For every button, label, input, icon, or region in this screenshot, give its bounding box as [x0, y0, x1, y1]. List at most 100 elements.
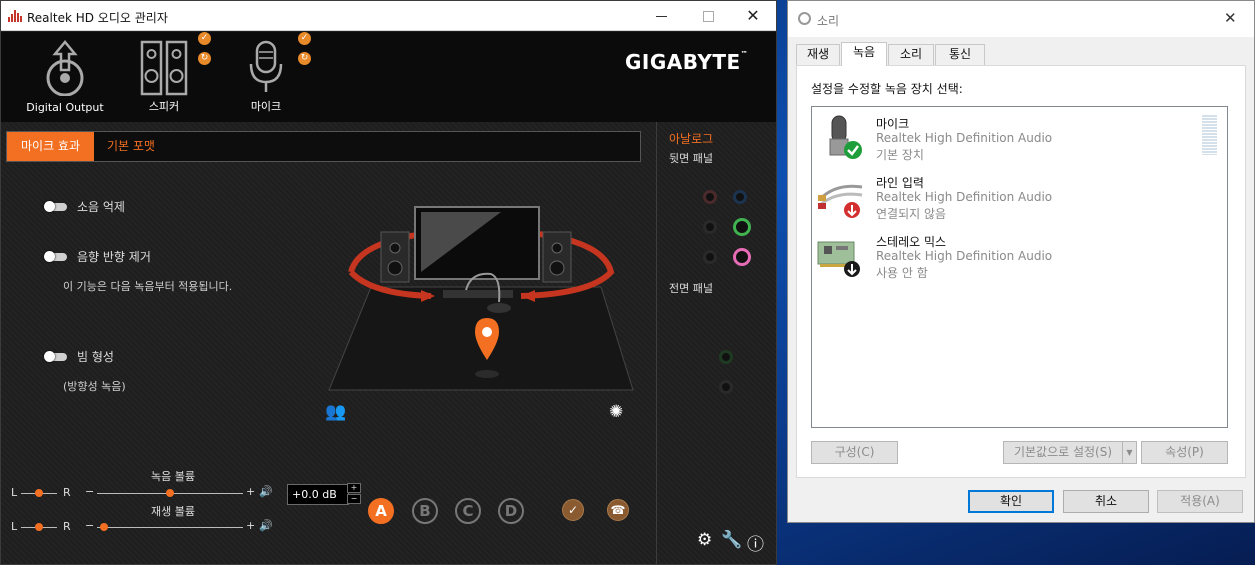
sound-dialog: 소리 ✕ 재생 녹음 소리 통신 설정을 수정할 녹음 장치 선택: 마이크 R… [787, 0, 1255, 523]
tab-recording[interactable]: 녹음 [841, 42, 887, 66]
playback-volume-minus[interactable]: − [85, 519, 94, 532]
playback-speaker-icon: 🔊 [259, 519, 273, 532]
preset-d-button[interactable]: D [498, 498, 524, 524]
tab-sounds[interactable]: 소리 [888, 44, 934, 65]
jack-back-mic[interactable] [733, 248, 751, 266]
microphone-device-icon [829, 115, 862, 159]
device-label: 마이크 [250, 100, 282, 113]
preset-c-button[interactable]: C [455, 498, 481, 524]
jack-front-2[interactable] [719, 380, 733, 394]
record-volume-plus[interactable]: + [246, 485, 255, 498]
set-default-dropdown-arrow[interactable]: ▼ [1122, 441, 1137, 464]
realtek-logo-icon [8, 10, 22, 22]
mic-status-check-icon: ✓ [298, 32, 311, 45]
device-label: Digital Output [26, 101, 104, 114]
conference-mode-icon[interactable]: 👥 [325, 402, 346, 422]
settings-gear-icon[interactable]: ⚙ [697, 530, 712, 550]
jack-back-1[interactable] [703, 190, 717, 204]
device-name: 스테레오 믹스 [876, 235, 947, 249]
record-speaker-icon: 🔊 [259, 485, 273, 498]
tab-default-format[interactable]: 기본 포맷 [107, 132, 155, 161]
list-item-stereo-mix[interactable]: 스테레오 믹스 Realtek High Definition Audio 사용… [812, 226, 1227, 284]
echo-cancel-note: 이 기능은 다음 녹음부터 적용됩니다. [63, 280, 233, 293]
speaker-icon [140, 40, 188, 96]
jack-back-5[interactable] [703, 250, 717, 264]
echo-cancel-toggle[interactable] [44, 251, 67, 262]
sound-title-bar: 소리 ✕ [788, 1, 1254, 37]
preset-b-button[interactable]: B [412, 498, 438, 524]
info-icon[interactable]: ⓘ [747, 530, 764, 555]
front-panel-label: 전면 패널 [669, 282, 713, 295]
record-balance-knob[interactable] [35, 489, 43, 497]
balance-right-label: R [63, 520, 71, 533]
playback-volume-plus[interactable]: + [246, 519, 255, 532]
speaker-title-icon [798, 12, 811, 25]
balance-right-label: R [63, 486, 71, 499]
device-bar: Digital Output 스피커 ✓ ↻ 마이크 ✓ ↻ GIGABYTE™ [1, 32, 776, 122]
level-meter [1202, 115, 1217, 155]
status-phone-icon[interactable]: ☎ [607, 499, 629, 521]
jack-back-2[interactable] [733, 190, 747, 204]
jack-back-3[interactable] [703, 220, 717, 234]
jack-back-line-in[interactable] [733, 218, 751, 236]
tab-mic-effects[interactable]: 마이크 효과 [7, 132, 94, 161]
jack-front-1[interactable] [719, 350, 733, 364]
beamforming-toggle[interactable] [44, 351, 67, 362]
speaker-status-link-icon: ↻ [198, 52, 211, 65]
list-item-line-in[interactable]: 라인 입력 Realtek High Definition Audio 연결되지… [812, 167, 1227, 225]
back-panel-label: 뒷면 패널 [669, 152, 713, 165]
device-speaker[interactable]: 스피커 [129, 38, 199, 114]
preset-a-button[interactable]: A [368, 498, 394, 524]
record-volume-knob[interactable] [166, 489, 174, 497]
realtek-window: Realtek HD 오디오 관리자 ✕ Digital Output 스피커 … [0, 0, 777, 565]
device-digital-output[interactable]: Digital Output [23, 38, 107, 114]
device-name: 라인 입력 [876, 176, 924, 190]
recording-device-list: 마이크 Realtek High Definition Audio 기본 장치 … [811, 106, 1228, 428]
realtek-main-panel: 마이크 효과 기본 포맷 소음 억제 음향 반향 제거 이 기능은 다음 녹음부… [1, 122, 776, 564]
apply-button[interactable]: 적용(A) [1157, 490, 1243, 513]
beamforming-label: 빔 형성 [77, 350, 114, 364]
minimize-button[interactable] [639, 1, 685, 31]
device-status: 기본 장치 [876, 148, 924, 162]
maximize-button[interactable] [685, 1, 731, 31]
db-down-button[interactable]: − [347, 494, 361, 504]
noise-suppression-toggle[interactable] [44, 201, 67, 212]
playback-balance-knob[interactable] [35, 523, 43, 531]
echo-cancel-label: 음향 반향 제거 [77, 250, 151, 264]
playback-volume-knob[interactable] [100, 523, 109, 531]
close-button[interactable]: ✕ [730, 1, 776, 31]
device-microphone[interactable]: 마이크 [231, 38, 301, 114]
device-name: 마이크 [876, 117, 910, 131]
noise-suppression-label: 소음 억제 [77, 200, 125, 214]
playback-volume-track[interactable] [97, 527, 243, 528]
record-volume-minus[interactable]: − [85, 485, 94, 498]
beamforming-note: (방향성 녹음) [63, 380, 126, 393]
device-driver: Realtek High Definition Audio [876, 131, 1053, 145]
instruction-text: 설정을 수정할 녹음 장치 선택: [811, 82, 963, 96]
balance-left-label: L [11, 486, 18, 499]
cancel-button[interactable]: 취소 [1063, 490, 1149, 513]
set-default-button[interactable]: 기본값으로 설정(S) [1003, 441, 1123, 464]
realtek-title-bar: Realtek HD 오디오 관리자 ✕ [1, 1, 776, 31]
device-status: 연결되지 않음 [876, 207, 947, 221]
playback-volume-label: 재생 볼륨 [151, 505, 195, 518]
recording-panel: 설정을 수정할 녹음 장치 선택: 마이크 Realtek High Defin… [796, 65, 1246, 478]
digital-output-icon [46, 40, 84, 96]
tab-playback[interactable]: 재생 [796, 44, 840, 65]
sound-dialog-title: 소리 [817, 14, 840, 28]
db-up-button[interactable]: + [347, 483, 361, 493]
device-driver: Realtek High Definition Audio [876, 190, 1053, 204]
close-icon[interactable]: ✕ [1224, 9, 1237, 27]
analog-title: 아날로그 [669, 132, 714, 146]
status-check-icon[interactable]: ✓ [562, 499, 584, 521]
wrench-icon[interactable]: 🔧 [721, 530, 742, 550]
list-item-microphone[interactable]: 마이크 Realtek High Definition Audio 기본 장치 [812, 107, 1227, 165]
tab-communications[interactable]: 통신 [935, 44, 985, 65]
effects-tab-bar: 마이크 효과 기본 포맷 [6, 131, 641, 162]
ok-button[interactable]: 확인 [968, 490, 1054, 513]
analog-jack-panel: 아날로그 뒷면 패널 전면 패널 ⚙ 🔧 ⓘ [656, 122, 776, 564]
configure-button[interactable]: 구성(C) [811, 441, 898, 464]
db-readout[interactable]: +0.0 dB [287, 484, 349, 505]
properties-button[interactable]: 속성(P) [1141, 441, 1228, 464]
noise-fan-icon[interactable]: ✺ [609, 402, 623, 422]
